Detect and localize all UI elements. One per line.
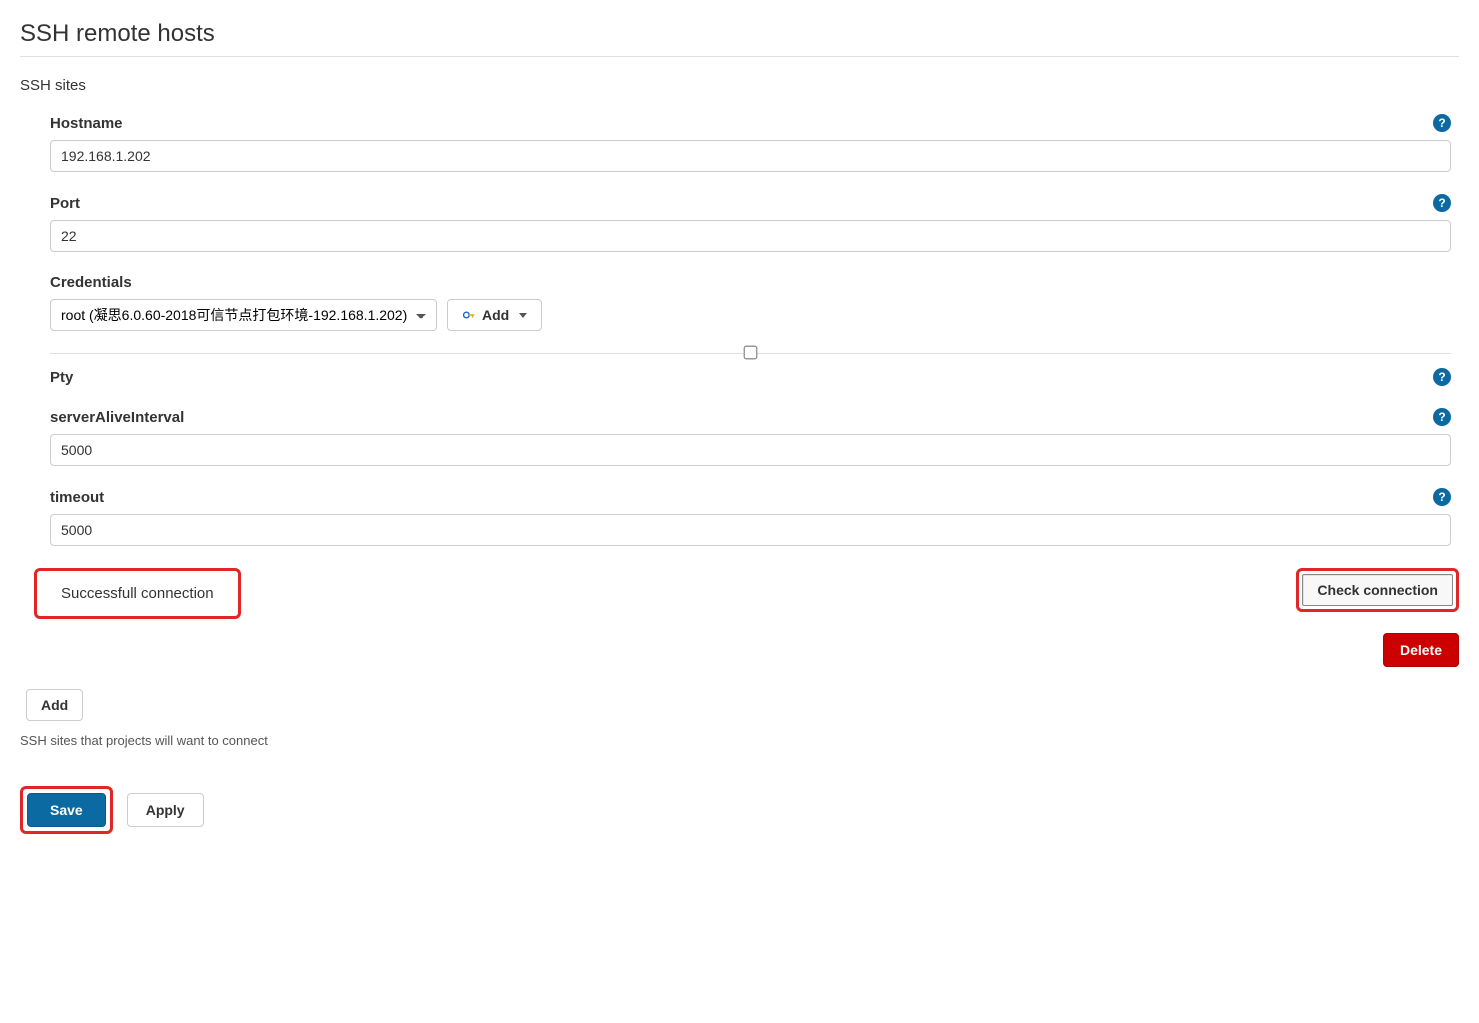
form-group-port: Port ? [50, 194, 1451, 252]
serveraliveinterval-input[interactable] [50, 434, 1451, 466]
form-group-serveraliveinterval: serverAliveInterval ? [50, 408, 1451, 466]
help-icon[interactable]: ? [1433, 114, 1451, 132]
help-icon[interactable]: ? [1433, 194, 1451, 212]
credentials-select[interactable]: root (凝思6.0.60-2018可信节点打包环境-192.168.1.20… [50, 299, 437, 331]
timeout-label: timeout [50, 489, 104, 506]
credentials-label: Credentials [50, 274, 132, 291]
ssh-site-form: Hostname ? Port ? Credentials root (凝思6.… [20, 114, 1459, 546]
add-credentials-label: Add [482, 307, 509, 323]
port-label: Port [50, 195, 80, 212]
check-connection-highlight: Check connection [1296, 568, 1459, 612]
help-icon[interactable]: ? [1433, 488, 1451, 506]
chevron-down-icon [519, 313, 527, 318]
section-label-ssh-sites: SSH sites [20, 77, 1459, 94]
pty-checkbox[interactable] [744, 346, 758, 360]
save-highlight: Save [20, 786, 113, 834]
form-group-pty: Pty ? [50, 368, 1451, 386]
delete-button[interactable]: Delete [1383, 633, 1459, 667]
timeout-input[interactable] [50, 514, 1451, 546]
serveraliveinterval-label: serverAliveInterval [50, 409, 184, 426]
hostname-input[interactable] [50, 140, 1451, 172]
help-icon[interactable]: ? [1433, 408, 1451, 426]
key-icon [462, 308, 476, 322]
port-input[interactable] [50, 220, 1451, 252]
check-connection-button[interactable]: Check connection [1302, 574, 1453, 606]
page-title: SSH remote hosts [20, 20, 1459, 57]
connection-status-message: Successfull connection [34, 568, 241, 619]
add-ssh-site-button[interactable]: Add [26, 689, 83, 721]
hostname-label: Hostname [50, 115, 123, 132]
form-group-timeout: timeout ? [50, 488, 1451, 546]
form-group-credentials: Credentials root (凝思6.0.60-2018可信节点打包环境-… [50, 274, 1451, 331]
pty-label: Pty [50, 369, 73, 386]
add-credentials-button[interactable]: Add [447, 299, 542, 331]
help-icon[interactable]: ? [1433, 368, 1451, 386]
apply-button[interactable]: Apply [127, 793, 204, 827]
save-button[interactable]: Save [27, 793, 106, 827]
form-group-hostname: Hostname ? [50, 114, 1451, 172]
ssh-sites-help-text: SSH sites that projects will want to con… [20, 733, 1459, 748]
